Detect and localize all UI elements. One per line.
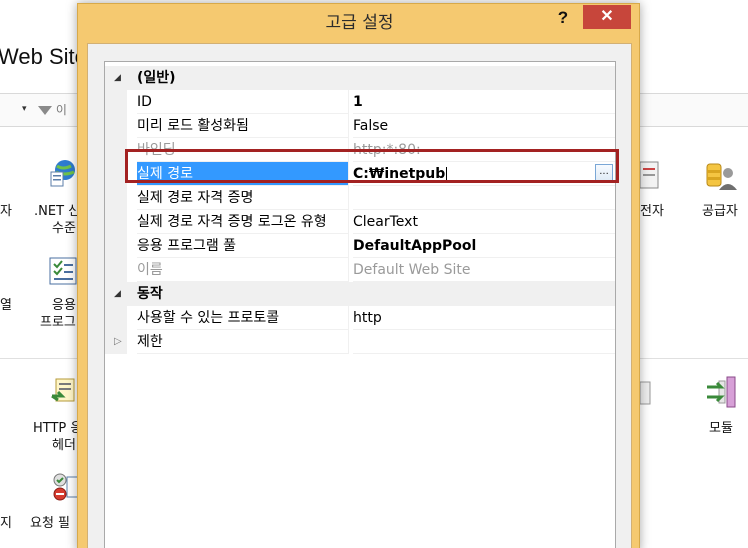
- property-value[interactable]: DefaultAppPool: [353, 234, 615, 258]
- feature-label-left-2[interactable]: 열: [0, 297, 12, 314]
- app-settings-icon[interactable]: [48, 256, 78, 286]
- http-headers-label-1[interactable]: HTTP 응: [33, 420, 82, 437]
- net-trust-label-2[interactable]: 수준: [52, 220, 76, 237]
- property-row-id[interactable]: ID 1: [105, 90, 615, 114]
- text-caret: [446, 166, 448, 182]
- modules-icon[interactable]: [705, 375, 736, 408]
- property-row-logon-type[interactable]: 실제 경로 자격 증명 로그온 유형 ClearText: [105, 210, 615, 234]
- property-name: 바인딩: [137, 138, 349, 162]
- request-filtering-label[interactable]: 요청 필: [30, 515, 70, 532]
- property-name: 실제 경로: [137, 162, 349, 186]
- collapsed-toggle-icon[interactable]: ▷: [114, 330, 122, 354]
- providers-icon[interactable]: [704, 158, 737, 190]
- expand-toggle-icon[interactable]: ◢: [114, 282, 121, 306]
- property-row-preload[interactable]: 미리 로드 활성화됨 False: [105, 114, 615, 138]
- dropdown-arrow-icon[interactable]: ▾: [22, 104, 27, 114]
- property-value[interactable]: [353, 330, 615, 354]
- property-row-protocols[interactable]: 사용할 수 있는 프로토콜 http: [105, 306, 615, 330]
- property-value: Default Web Site: [353, 258, 615, 282]
- advanced-settings-dialog: 고급 설정 ? ✕ ◢ (일반) ID 1 미리 로드 활성화됨 False 바…: [77, 3, 640, 548]
- property-name: 사용할 수 있는 프로토콜: [137, 306, 349, 330]
- property-row-limits[interactable]: ▷ 제한: [105, 330, 615, 354]
- property-value: http:*:80:: [353, 138, 615, 162]
- dialog-body: ◢ (일반) ID 1 미리 로드 활성화됨 False 바인딩 http:*:…: [87, 43, 632, 548]
- expand-toggle-icon[interactable]: ◢: [114, 66, 121, 90]
- property-row-physical-path[interactable]: 실제 경로 C:₩inetpub ...: [105, 162, 615, 186]
- property-name: 실제 경로 자격 증명: [137, 186, 349, 210]
- property-row-bindings[interactable]: 바인딩 http:*:80:: [105, 138, 615, 162]
- net-globe-icon[interactable]: [48, 158, 78, 188]
- property-value[interactable]: http: [353, 306, 615, 330]
- property-row-name[interactable]: 이름 Default Web Site: [105, 258, 615, 282]
- property-row-app-pool[interactable]: 응용 프로그램 풀 DefaultAppPool: [105, 234, 615, 258]
- http-headers-icon[interactable]: [50, 376, 80, 406]
- property-value[interactable]: [353, 186, 615, 210]
- feature-label-left-4[interactable]: 지: [0, 515, 12, 532]
- category-label: (일반): [137, 70, 176, 86]
- help-button[interactable]: ?: [553, 6, 573, 30]
- feature-label-left-1[interactable]: 자: [0, 203, 12, 220]
- filter-label: 이: [55, 103, 67, 117]
- certificate-label-1[interactable]: 전자: [640, 203, 664, 220]
- app-settings-label-1[interactable]: 응용: [52, 297, 76, 314]
- close-button[interactable]: ✕: [583, 5, 631, 29]
- request-filtering-icon[interactable]: [50, 472, 80, 502]
- property-name: 제한: [137, 330, 349, 354]
- property-name: 응용 프로그램 풀: [137, 234, 349, 258]
- property-value[interactable]: 1: [353, 90, 615, 114]
- category-label: 동작: [137, 286, 163, 302]
- site-title: Web Site: [0, 44, 87, 69]
- providers-label[interactable]: 공급자: [702, 203, 738, 220]
- physical-path-input[interactable]: C:₩inetpub: [353, 162, 615, 186]
- property-name: 미리 로드 활성화됨: [137, 114, 349, 138]
- browse-button[interactable]: ...: [595, 164, 613, 183]
- property-value[interactable]: False: [353, 114, 615, 138]
- property-value[interactable]: ClearText: [353, 210, 615, 234]
- filter-icon: [38, 106, 52, 115]
- category-general[interactable]: ◢ (일반): [105, 66, 615, 90]
- property-grid: ◢ (일반) ID 1 미리 로드 활성화됨 False 바인딩 http:*:…: [104, 61, 616, 548]
- category-behavior[interactable]: ◢ 동작: [105, 282, 615, 306]
- app-settings-label-2[interactable]: 프로그: [40, 314, 76, 331]
- property-name: ID: [137, 90, 349, 114]
- filter-control[interactable]: 이: [38, 101, 78, 119]
- certificate-icon[interactable]: [639, 160, 660, 190]
- property-name: 이름: [137, 258, 349, 282]
- modules-label[interactable]: 모듈: [709, 420, 733, 437]
- property-name: 실제 경로 자격 증명 로그온 유형: [137, 210, 349, 234]
- property-row-credentials[interactable]: 실제 경로 자격 증명: [105, 186, 615, 210]
- http-headers-label-2[interactable]: 헤더: [52, 437, 76, 454]
- net-trust-label-1[interactable]: .NET 신: [34, 203, 80, 220]
- physical-path-text: C:₩inetpub: [353, 166, 446, 182]
- right-mid-icon[interactable]: [639, 378, 654, 408]
